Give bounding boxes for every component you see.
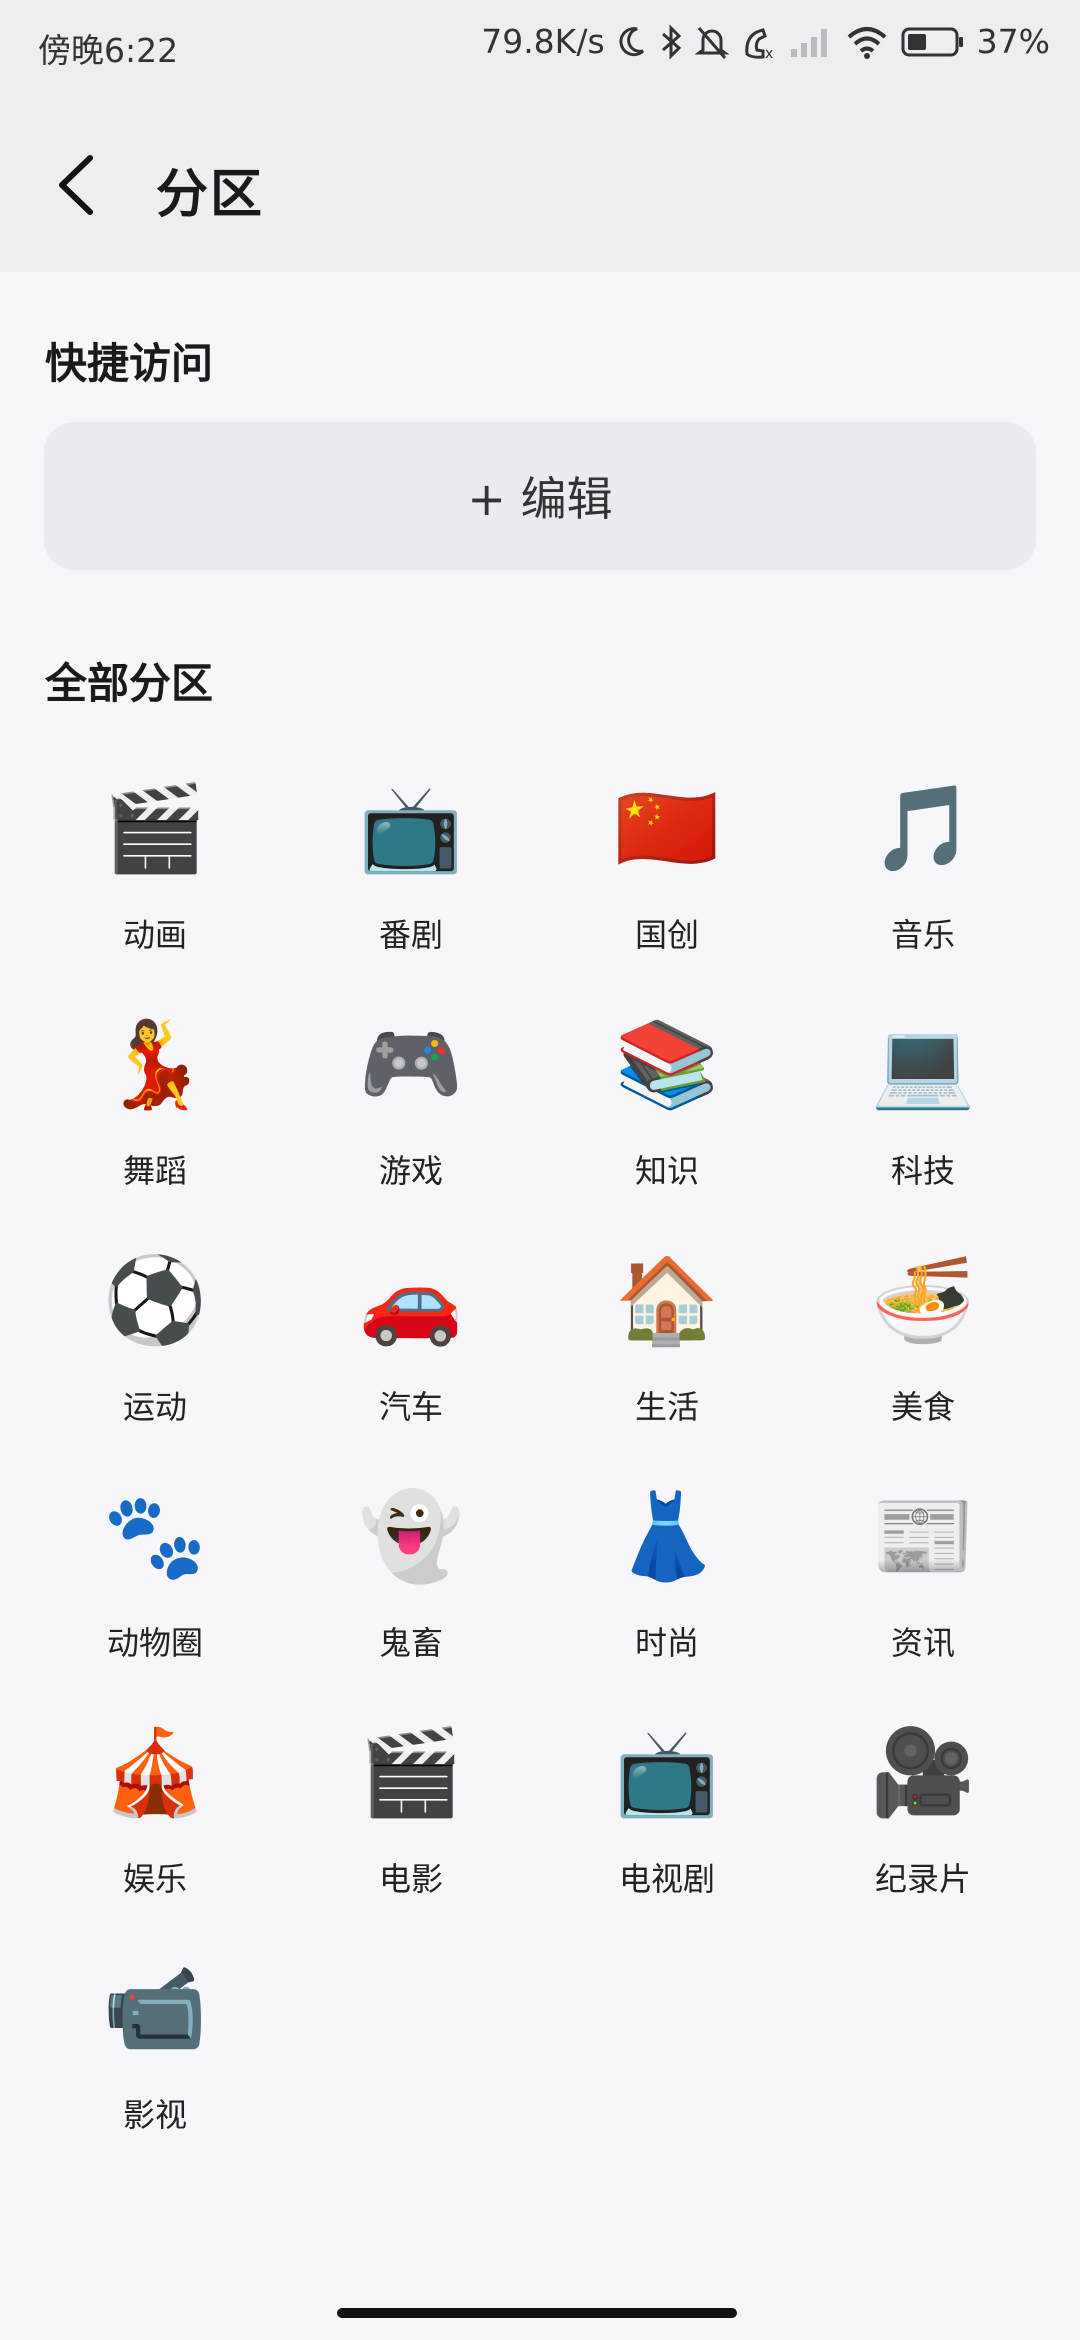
section-item[interactable]: 📚 知识 <box>539 1016 795 1252</box>
section-item[interactable]: 🎬 电影 <box>283 1724 539 1960</box>
battery-icon <box>901 27 963 56</box>
section-label: 生活 <box>634 1388 699 1426</box>
section-icon: 📹 <box>102 1959 208 2057</box>
section-item[interactable]: 🎵 音乐 <box>795 780 1051 1016</box>
section-item[interactable]: 📺 电视剧 <box>539 1724 795 1960</box>
section-icon: ⚽ <box>102 1251 208 1349</box>
section-item[interactable]: 🐾 动物圈 <box>27 1488 283 1724</box>
section-icon: 💃 <box>102 1015 208 1113</box>
section-item[interactable]: 🎥 纪录片 <box>795 1724 1051 1960</box>
section-icon: 🇨🇳 <box>614 779 720 877</box>
section-icon: 🎪 <box>102 1723 208 1821</box>
home-indicator[interactable] <box>337 2308 737 2318</box>
bell-off-icon <box>694 26 729 59</box>
quick-access-title: 快捷访问 <box>45 339 214 388</box>
section-label: 动物圈 <box>106 1624 203 1662</box>
section-label: 游戏 <box>378 1152 443 1190</box>
section-label: 纪录片 <box>874 1860 971 1898</box>
section-item[interactable]: 👻 鬼畜 <box>283 1488 539 1724</box>
section-icon: 📰 <box>870 1487 976 1585</box>
section-item[interactable]: 👗 时尚 <box>539 1488 795 1724</box>
section-label: 娱乐 <box>122 1860 187 1898</box>
section-item[interactable]: 💻 科技 <box>795 1016 1051 1252</box>
section-label: 鬼畜 <box>378 1624 443 1662</box>
section-item[interactable]: 🎮 游戏 <box>283 1016 539 1252</box>
status-bar: 傍晚6:22 79.8K/s x 37% <box>0 0 1080 90</box>
section-item[interactable]: 📰 资讯 <box>795 1488 1051 1724</box>
header: 分区 <box>0 130 1080 240</box>
status-time: 傍晚6:22 <box>38 31 179 70</box>
section-label: 科技 <box>890 1152 955 1190</box>
section-item[interactable]: 📺 番剧 <box>283 780 539 1016</box>
status-icons: 79.8K/s x 37% <box>481 22 1050 61</box>
section-item[interactable]: 💃 舞蹈 <box>27 1016 283 1252</box>
section-label: 美食 <box>890 1388 955 1426</box>
section-label: 音乐 <box>890 916 955 954</box>
section-label: 汽车 <box>378 1388 443 1426</box>
section-item[interactable]: 🏠 生活 <box>539 1252 795 1488</box>
section-label: 番剧 <box>378 916 443 954</box>
section-icon: 🍜 <box>870 1251 976 1349</box>
section-icon: 📺 <box>358 779 464 877</box>
section-icon: 🚗 <box>358 1251 464 1349</box>
section-item[interactable]: 🎬 动画 <box>27 780 283 1016</box>
bluetooth-icon <box>661 23 681 60</box>
section-icon: 👻 <box>358 1487 464 1585</box>
section-label: 动画 <box>122 916 187 954</box>
section-label: 运动 <box>122 1388 187 1426</box>
call-icon: x <box>744 27 773 60</box>
chevron-left-icon[interactable] <box>48 150 108 220</box>
section-item[interactable]: 🚗 汽车 <box>283 1252 539 1488</box>
svg-text:x: x <box>765 46 773 60</box>
all-sections-title: 全部分区 <box>45 659 214 708</box>
section-label: 资讯 <box>890 1624 955 1662</box>
network-speed: 79.8K/s <box>481 22 605 61</box>
moon-icon <box>619 26 644 56</box>
section-item[interactable]: 🍜 美食 <box>795 1252 1051 1488</box>
edit-quick-access-button[interactable]: + 编辑 <box>44 422 1036 570</box>
section-label: 舞蹈 <box>122 1152 187 1190</box>
section-label: 影视 <box>122 2096 187 2134</box>
section-grid: 🎬 动画 📺 番剧 🇨🇳 国创 🎵 音乐 💃 舞蹈 🎮 游戏 📚 知识 💻 科技 ⚽ 运动 🚗 汽车 🏠 生活 🍜 美食 🐾 动物… <box>27 780 1053 2196</box>
signal-icon <box>790 28 827 57</box>
section-label: 时尚 <box>634 1624 699 1662</box>
section-icon: 💻 <box>870 1015 976 1113</box>
section-item[interactable]: 🎪 娱乐 <box>27 1724 283 1960</box>
section-icon: 🏠 <box>614 1251 720 1349</box>
section-item[interactable]: 📹 影视 <box>27 1960 283 2196</box>
section-item[interactable]: ⚽ 运动 <box>27 1252 283 1488</box>
section-label: 国创 <box>634 916 699 954</box>
page-title: 分区 <box>156 165 265 225</box>
section-icon: 🎬 <box>358 1723 464 1821</box>
section-icon: 📺 <box>614 1723 720 1821</box>
section-icon: 👗 <box>614 1487 720 1585</box>
section-label: 知识 <box>634 1152 699 1190</box>
wifi-icon <box>847 26 886 59</box>
section-icon: 🎬 <box>102 779 208 877</box>
section-icon: 🐾 <box>102 1487 208 1585</box>
section-icon: 📚 <box>614 1015 720 1113</box>
battery-level: 37% <box>976 22 1050 61</box>
section-icon: 🎵 <box>870 779 976 877</box>
section-item[interactable]: 🇨🇳 国创 <box>539 780 795 1016</box>
section-icon: 🎮 <box>358 1015 464 1113</box>
section-icon: 🎥 <box>870 1723 976 1821</box>
section-label: 电视剧 <box>618 1860 715 1898</box>
section-label: 电影 <box>378 1860 443 1898</box>
